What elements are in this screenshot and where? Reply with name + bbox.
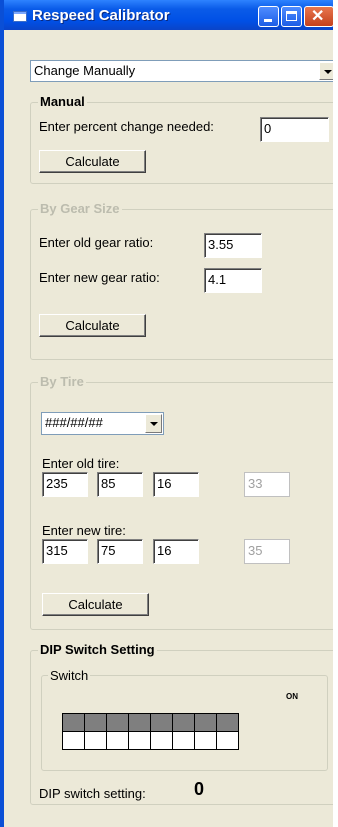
tire-format-value: ###/##/## — [45, 415, 103, 430]
tire-legend: By Tire — [38, 374, 86, 389]
manual-group: Manual Enter percent change needed: 0 Ca… — [30, 94, 333, 184]
switch-legend: Switch — [48, 668, 91, 683]
old-gear-ratio-label: Enter old gear ratio: — [39, 235, 154, 250]
window-title: Respeed Calibrator — [32, 7, 170, 24]
tire-format-select[interactable]: ###/##/## — [41, 412, 164, 435]
dip-switch-array — [62, 713, 242, 753]
switch-subgroup: Switch ON — [41, 668, 328, 771]
new-tire-aspect-input[interactable]: 75 — [97, 539, 143, 564]
dip-setting-label: DIP switch setting: — [39, 786, 146, 801]
close-icon: ✕ — [311, 8, 325, 25]
dip-switch-1-top[interactable] — [62, 713, 85, 732]
dip-switch-5-top[interactable] — [150, 713, 173, 732]
dip-switch-3-bottom[interactable] — [106, 731, 129, 750]
manual-legend: Manual — [38, 94, 87, 109]
mode-select[interactable]: Change Manually — [30, 60, 333, 82]
respeed-calibrator-window: Respeed Calibrator ✕ Change Manually Man… — [0, 0, 333, 827]
gear-calculate-button[interactable]: Calculate — [39, 314, 146, 337]
on-label: ON — [286, 692, 298, 701]
dip-switch-group: DIP Switch Setting Switch ON DIP switch … — [30, 642, 333, 805]
dip-switch-1-bottom[interactable] — [62, 731, 85, 750]
dip-switch-4-bottom[interactable] — [128, 731, 151, 750]
percent-change-input[interactable]: 0 — [260, 117, 329, 142]
manual-calculate-button[interactable]: Calculate — [39, 150, 146, 173]
tire-calculate-button[interactable]: Calculate — [42, 593, 149, 616]
dip-switch-4-top[interactable] — [128, 713, 151, 732]
old-tire-width-input[interactable]: 235 — [42, 472, 88, 497]
new-tire-rim-input[interactable]: 16 — [153, 539, 199, 564]
new-gear-ratio-label: Enter new gear ratio: — [39, 270, 160, 285]
maximize-icon — [286, 11, 297, 21]
chevron-down-icon[interactable] — [319, 62, 333, 80]
dip-switch-6-top[interactable] — [172, 713, 195, 732]
dip-switch-5-bottom[interactable] — [150, 731, 173, 750]
percent-change-label: Enter percent change needed: — [39, 119, 214, 134]
old-gear-ratio-input[interactable]: 3.55 — [204, 233, 262, 258]
dip-switch-6-bottom[interactable] — [172, 731, 195, 750]
old-tire-label: Enter old tire: — [42, 456, 120, 471]
app-window-icon — [13, 11, 27, 22]
dip-switch-legend: DIP Switch Setting — [38, 642, 157, 657]
old-tire-diameter-output: 33 — [244, 472, 290, 497]
dip-switch-2-bottom[interactable] — [84, 731, 107, 750]
old-tire-rim-input[interactable]: 16 — [153, 472, 199, 497]
dip-switch-8-top[interactable] — [216, 713, 239, 732]
dip-switch-3-top[interactable] — [106, 713, 129, 732]
minimize-button[interactable] — [258, 6, 279, 27]
new-tire-label: Enter new tire: — [42, 523, 126, 538]
dip-switch-7-top[interactable] — [194, 713, 217, 732]
dip-switch-2-top[interactable] — [84, 713, 107, 732]
dip-switch-8-bottom[interactable] — [216, 731, 239, 750]
close-button[interactable]: ✕ — [304, 6, 333, 27]
new-tire-diameter-output: 35 — [244, 539, 290, 564]
title-bar[interactable]: Respeed Calibrator ✕ — [4, 0, 333, 30]
chevron-down-icon[interactable] — [145, 414, 162, 433]
mode-select-value: Change Manually — [34, 63, 136, 78]
maximize-button[interactable] — [281, 6, 302, 27]
new-tire-width-input[interactable]: 315 — [42, 539, 88, 564]
old-tire-aspect-input[interactable]: 85 — [97, 472, 143, 497]
gear-size-legend: By Gear Size — [38, 201, 122, 216]
tire-group: By Tire ###/##/## Enter old tire: 235 85… — [30, 374, 333, 630]
gear-size-group: By Gear Size Enter old gear ratio: 3.55 … — [30, 201, 333, 360]
dip-switch-7-bottom[interactable] — [194, 731, 217, 750]
minimize-icon — [264, 19, 272, 22]
new-gear-ratio-input[interactable]: 4.1 — [204, 268, 262, 293]
dip-setting-value: 0 — [194, 779, 205, 799]
